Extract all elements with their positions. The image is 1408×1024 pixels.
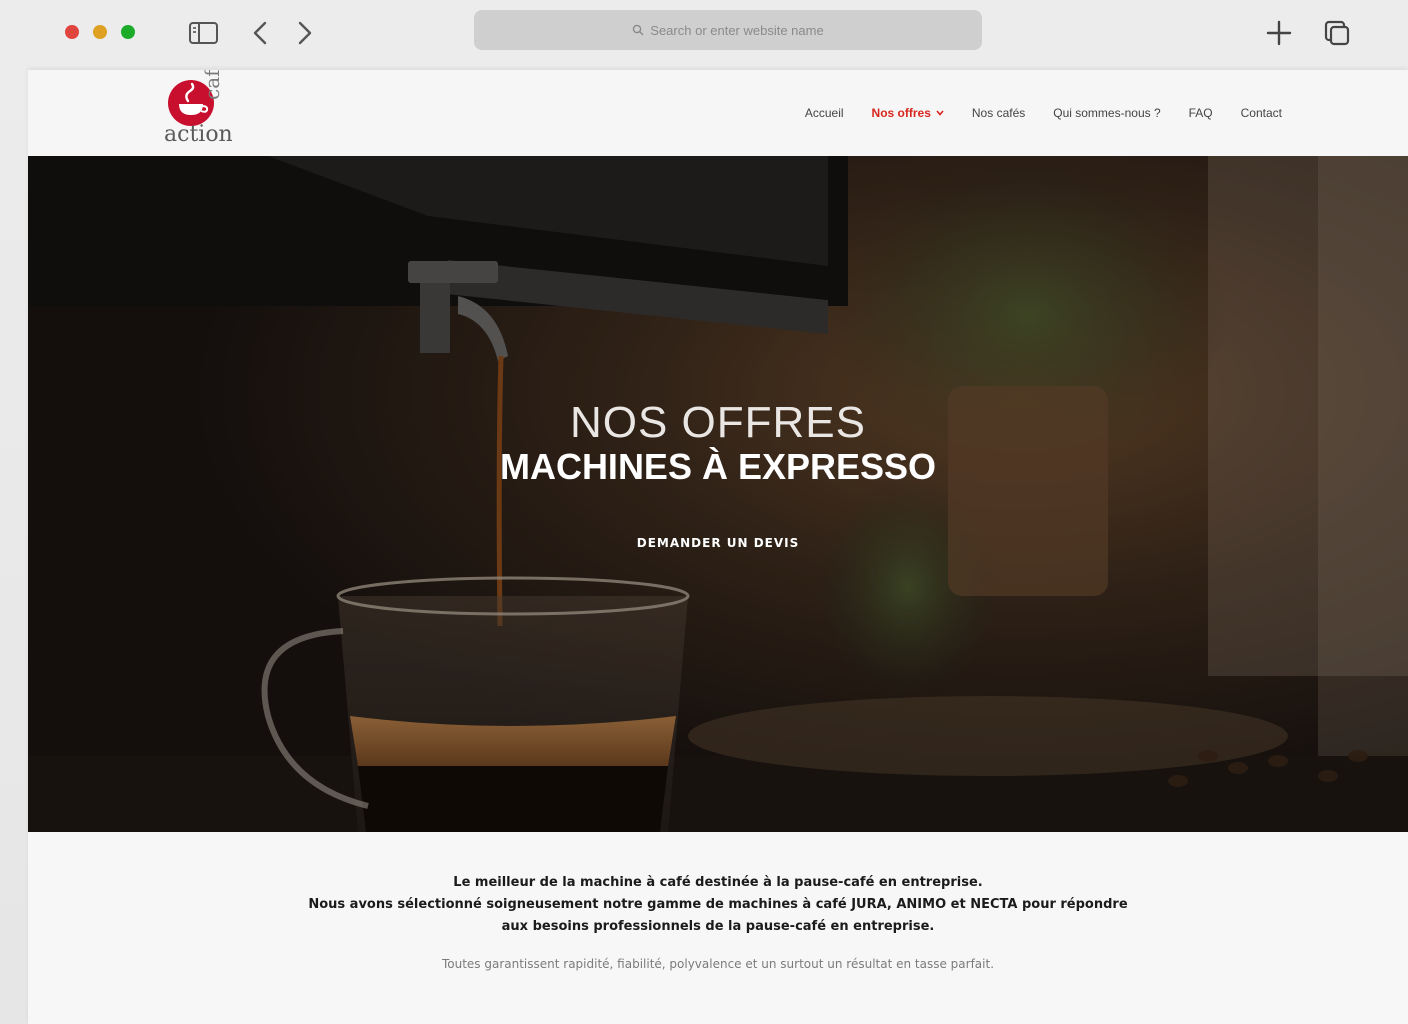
hero-kicker: NOS OFFRES bbox=[569, 398, 867, 447]
close-window-button[interactable] bbox=[65, 25, 79, 39]
browser-window: Search or enter website name café action bbox=[0, 0, 1408, 1024]
browser-toolbar: Search or enter website name bbox=[0, 0, 1408, 66]
intro-line-2: Nous avons sélectionné soigneusement not… bbox=[308, 897, 1128, 912]
search-icon bbox=[632, 24, 644, 36]
nav-item-nos-offres[interactable]: Nos offres bbox=[872, 106, 944, 120]
nav-item-contact[interactable]: Contact bbox=[1241, 106, 1282, 120]
back-icon[interactable] bbox=[244, 16, 278, 50]
chevron-down-icon bbox=[936, 110, 944, 116]
address-bar[interactable]: Search or enter website name bbox=[474, 10, 982, 50]
main-nav: Accueil Nos offres Nos cafés Qui sommes-… bbox=[777, 106, 1282, 120]
request-quote-button[interactable]: DEMANDER UN DEVIS bbox=[618, 536, 818, 556]
hero-overlay bbox=[28, 156, 1408, 832]
nav-item-faq[interactable]: FAQ bbox=[1189, 106, 1213, 120]
nav-item-nos-cafes[interactable]: Nos cafés bbox=[972, 106, 1025, 120]
intro-line-3: aux besoins professionnels de la pause-c… bbox=[501, 919, 935, 934]
intro-section: Le meilleur de la machine à café destiné… bbox=[28, 832, 1408, 1024]
nav-item-accueil[interactable]: Accueil bbox=[805, 106, 844, 120]
forward-icon[interactable] bbox=[288, 16, 322, 50]
site-header: café action Accueil Nos offres Nos cafés… bbox=[28, 70, 1408, 156]
sidebar-toggle-icon[interactable] bbox=[186, 16, 220, 50]
zoom-window-button[interactable] bbox=[121, 25, 135, 39]
logo-word-cafe: café bbox=[200, 70, 224, 100]
intro-line-1: Le meilleur de la machine à café destiné… bbox=[453, 875, 983, 890]
nav-item-nos-offres-label: Nos offres bbox=[871, 106, 931, 120]
web-page: café action Accueil Nos offres Nos cafés… bbox=[28, 70, 1408, 1024]
hero-title: MACHINES À EXPRESSO bbox=[499, 446, 937, 487]
address-placeholder: Search or enter website name bbox=[650, 22, 824, 38]
nav-item-qui-sommes-nous[interactable]: Qui sommes-nous ? bbox=[1053, 106, 1160, 120]
tab-overview-icon[interactable] bbox=[1320, 16, 1354, 50]
logo-word-action: action bbox=[164, 122, 233, 147]
new-tab-icon[interactable] bbox=[1262, 16, 1296, 50]
site-logo[interactable]: café action bbox=[162, 70, 242, 152]
minimize-window-button[interactable] bbox=[93, 25, 107, 39]
intro-note: Toutes garantissent rapidité, fiabilité,… bbox=[441, 957, 995, 971]
hero-banner: NOS OFFRES MACHINES À EXPRESSO DEMANDER … bbox=[28, 156, 1408, 832]
